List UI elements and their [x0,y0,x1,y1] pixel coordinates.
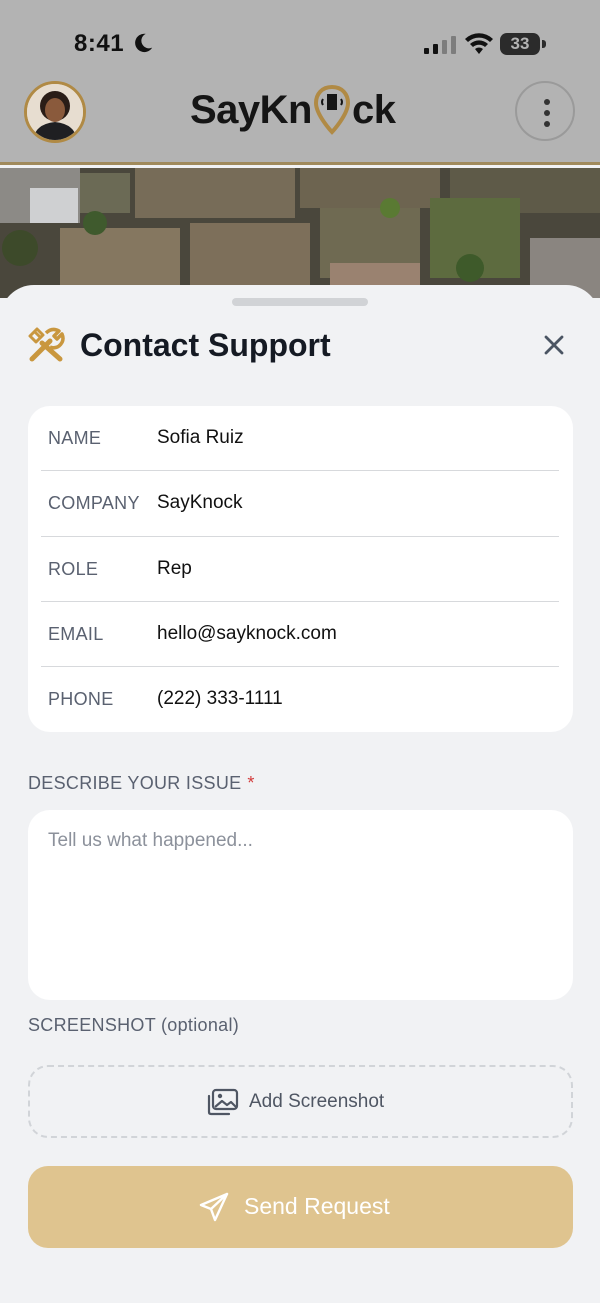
info-row-role: ROLE Rep [41,537,559,602]
info-value: SayKnock [157,492,243,513]
close-button[interactable] [536,327,572,363]
send-request-label: Send Request [244,1193,390,1219]
avatar-image [27,84,83,140]
required-marker: * [247,773,255,793]
aerial-map[interactable] [0,168,600,298]
sheet-header: Contact Support [26,323,574,367]
issue-description-input[interactable] [28,810,573,1000]
more-options-button[interactable] [515,81,575,141]
more-vertical-icon [544,99,550,105]
send-icon [199,1192,229,1222]
info-row-company: COMPANY SayKnock [41,471,559,536]
info-label: NAME [48,428,102,448]
tools-icon [28,327,65,362]
image-icon [207,1088,239,1116]
issue-label: DESCRIBE YOUR ISSUE * [28,773,255,793]
app-screen: 8:41 33 SayKn ck Contact Support NAME So… [0,0,600,1303]
screenshot-label: SCREENSHOT (optional) [28,1015,240,1035]
info-label: ROLE [48,559,99,579]
info-row-phone: PHONE (222) 333-1111 [41,667,559,732]
battery-indicator: 33 [500,33,546,55]
status-bar: 8:41 33 [0,26,600,62]
user-avatar[interactable] [24,81,86,143]
wifi-icon [465,33,493,54]
info-value: Sofia Ruiz [157,427,244,448]
status-time: 8:41 [74,30,125,57]
info-value: hello@sayknock.com [157,623,337,644]
battery-level: 33 [510,34,530,53]
location-pin-logo-icon [313,85,351,135]
info-row-email: EMAIL hello@sayknock.com [41,602,559,667]
app-header: 8:41 33 SayKn ck [0,0,600,165]
info-value: Rep [157,558,192,579]
info-label: PHONE [48,689,114,709]
close-icon [544,335,564,355]
contact-info-card: NAME Sofia Ruiz COMPANY SayKnock ROLE Re… [28,406,573,732]
moon-icon [135,33,153,53]
add-screenshot-button[interactable]: Add Screenshot [28,1065,573,1138]
cellular-signal-icon [424,36,456,54]
info-value: (222) 333-1111 [157,688,283,709]
contact-support-sheet: Contact Support NAME Sofia Ruiz COMPANY … [0,285,600,1303]
sheet-title: Contact Support [80,327,331,363]
sayknock-logo: SayKn ck [190,82,396,138]
info-label: EMAIL [48,624,104,644]
info-row-name: NAME Sofia Ruiz [41,406,559,471]
map-imagery [0,168,600,298]
add-screenshot-label: Add Screenshot [249,1091,385,1112]
info-label: COMPANY [48,493,140,513]
sheet-drag-handle[interactable] [232,298,368,306]
send-request-button[interactable]: Send Request [28,1166,573,1248]
